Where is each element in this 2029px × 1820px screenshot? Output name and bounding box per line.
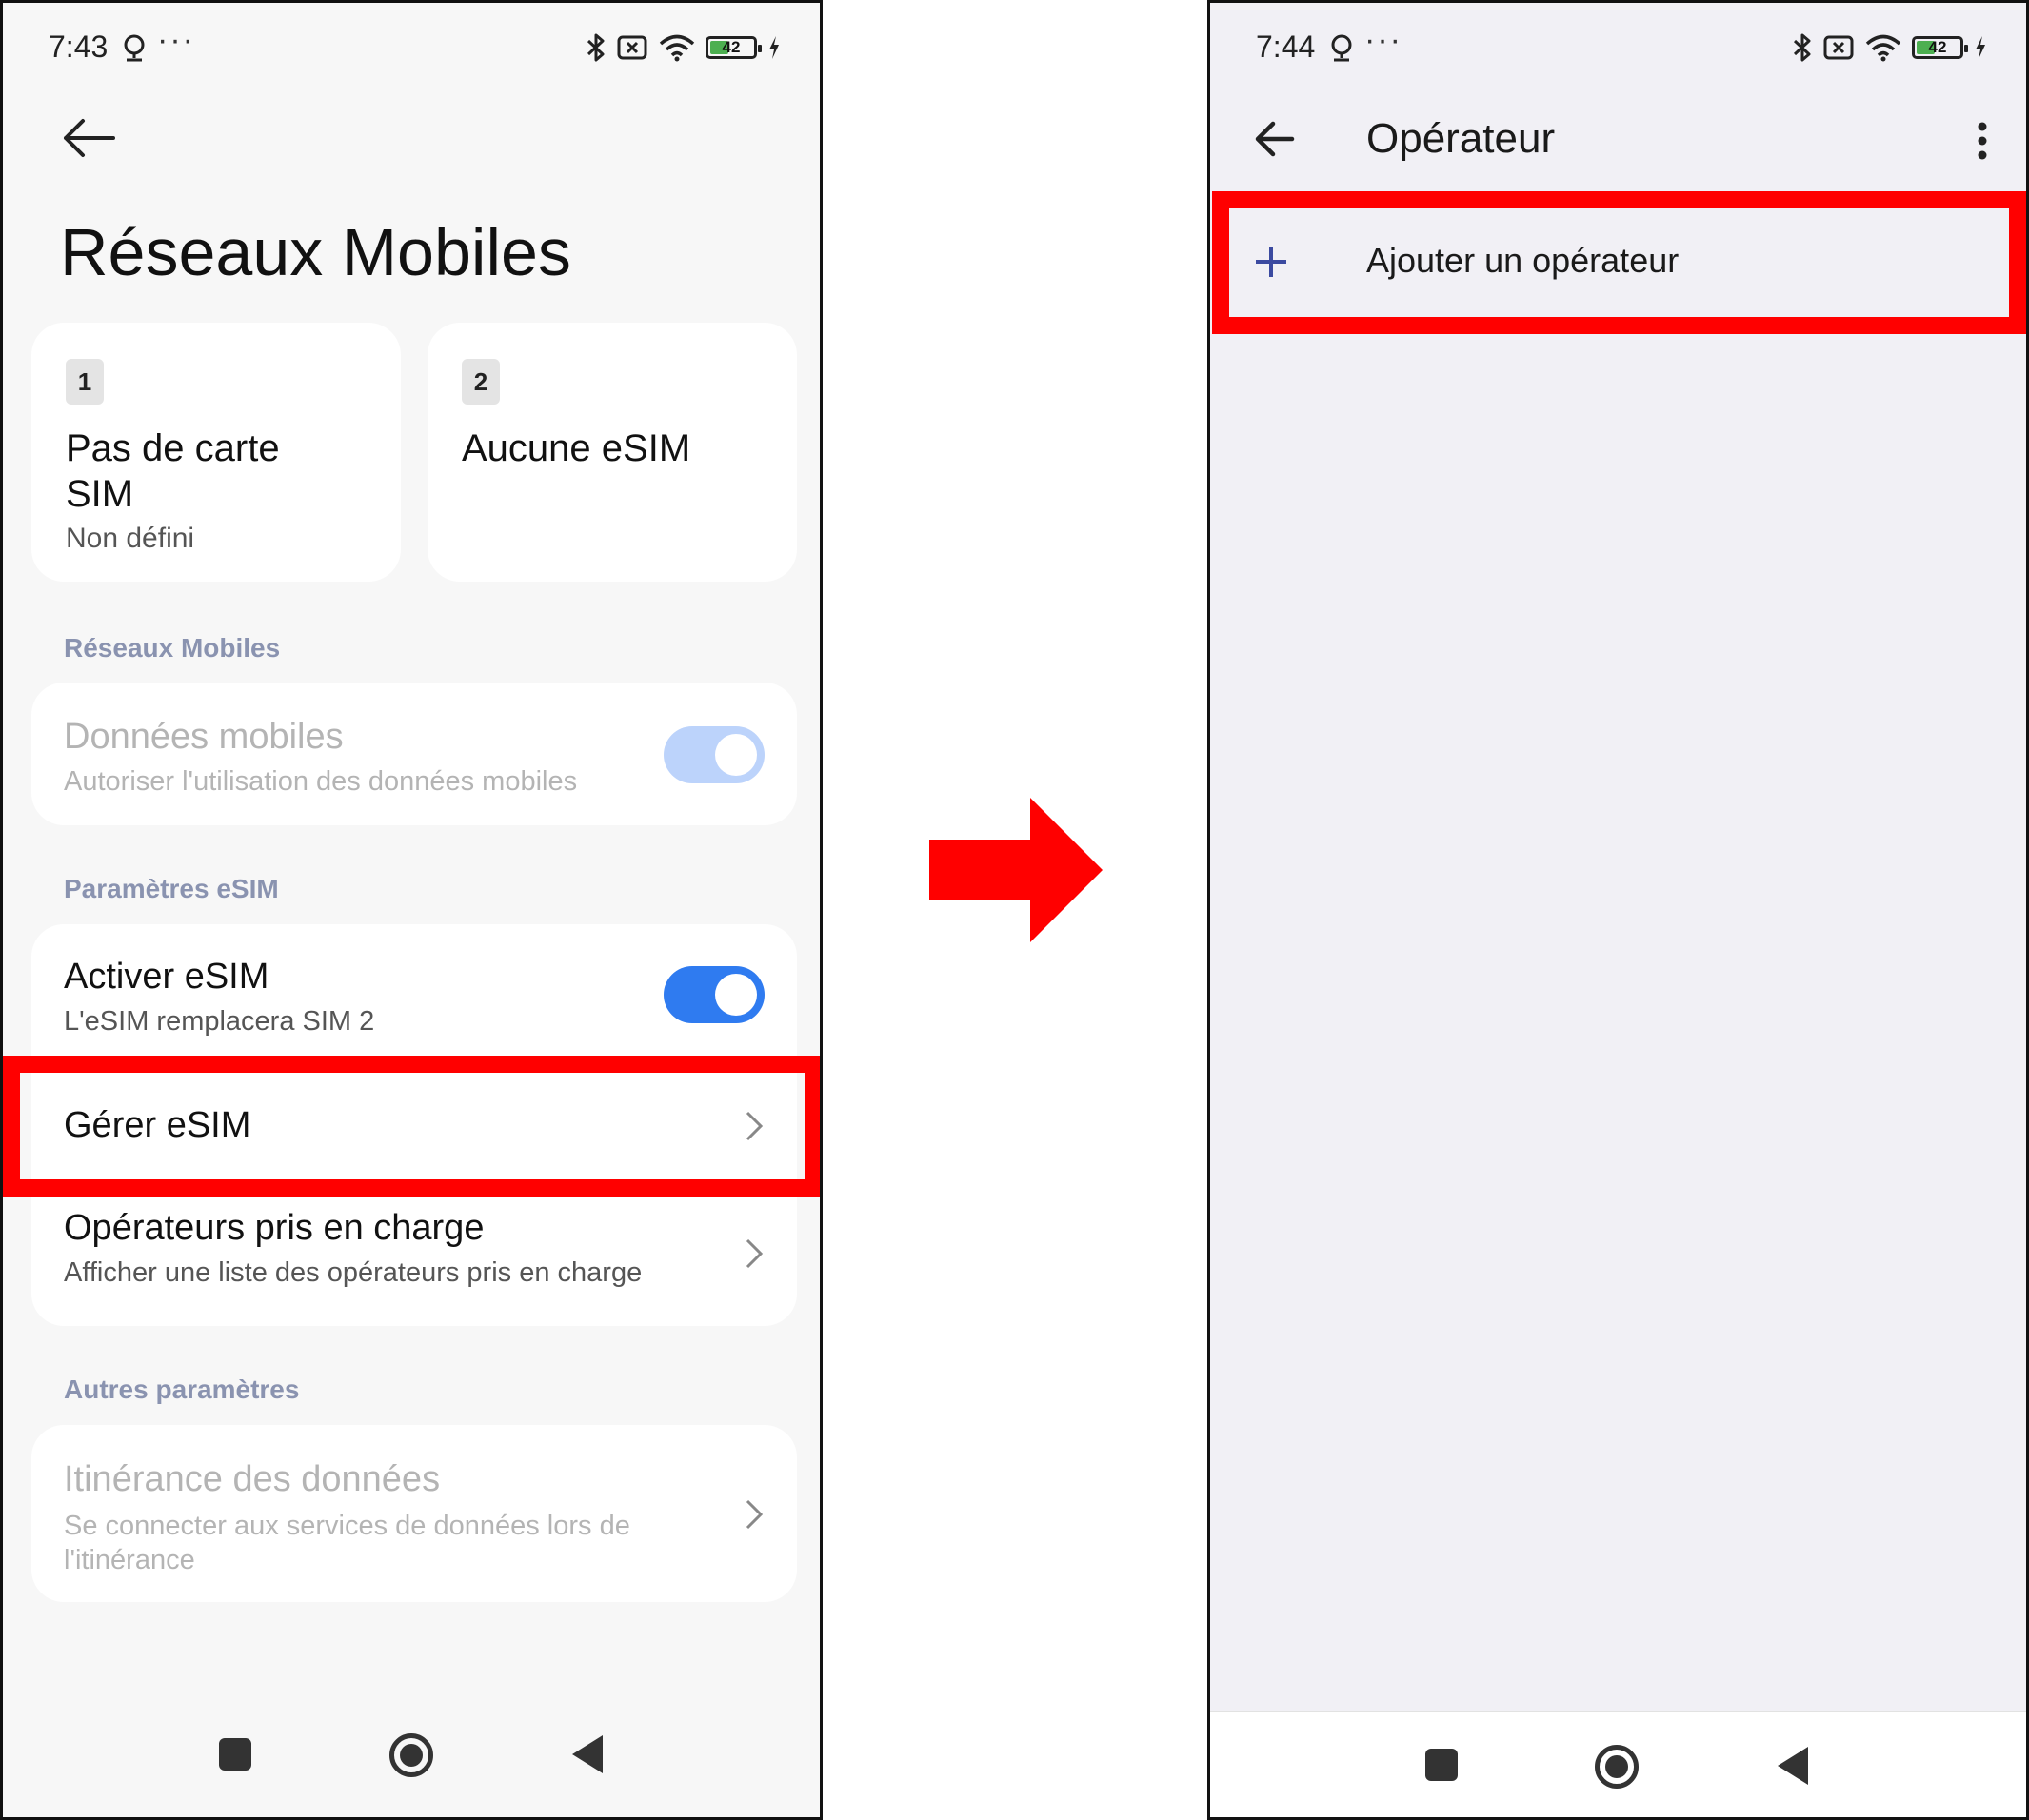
phone-screen-mobile-networks: 7:43 ··· 42 Réseaux Mobiles 1 Pas de car…	[0, 0, 823, 1820]
charging-icon	[1976, 36, 1985, 59]
sim-name: Aucune eSIM	[462, 427, 691, 469]
highlight-box-manage-esim	[3, 1056, 820, 1197]
app-bar: Opérateur	[1210, 94, 2026, 191]
status-bar: 7:44 ··· 42	[1210, 3, 2026, 94]
supported-operators-title: Opérateurs pris en charge	[64, 1208, 485, 1248]
bluetooth-icon	[1793, 33, 1811, 62]
no-sim-icon	[1823, 35, 1854, 60]
phone-screen-operator: 7:44 ··· 42 Opérateur Ajouter un opérate…	[1207, 0, 2029, 1820]
battery-icon: 42	[706, 36, 762, 59]
status-icons: 42	[586, 31, 782, 64]
chevron-right-icon	[746, 1238, 764, 1269]
sim-name: Pas de carte SIM	[66, 427, 280, 515]
more-notifications-icon: ···	[157, 22, 195, 58]
sim-slot-badge: 1	[66, 359, 104, 405]
recents-button[interactable]	[219, 1738, 251, 1771]
section-header-mobile-networks: Réseaux Mobiles	[64, 633, 281, 663]
status-time: 7:44	[1256, 30, 1316, 64]
data-roaming-subtitle: Se connecter aux services de données lor…	[64, 1511, 630, 1575]
status-bar: 7:43 ··· 42	[3, 3, 820, 94]
mobile-data-subtitle: Autoriser l'utilisation des données mobi…	[64, 766, 578, 797]
status-time: 7:43	[49, 30, 109, 64]
section-header-other-settings: Autres paramètres	[64, 1375, 300, 1404]
page-title: Réseaux Mobiles	[60, 215, 571, 289]
sim-card-1[interactable]: 1 Pas de carte SIM Non défini	[31, 323, 401, 582]
back-arrow-icon[interactable]	[1252, 119, 1296, 159]
data-roaming-row[interactable]: Itinérance des données Se connecter aux …	[31, 1425, 797, 1602]
sim-status: Non défini	[66, 523, 195, 554]
transition-arrow-icon	[929, 798, 1103, 942]
section-header-esim-settings: Paramètres eSIM	[64, 874, 279, 903]
navigation-bar	[1210, 1711, 2026, 1817]
mobile-data-title: Données mobiles	[64, 717, 344, 757]
page-title: Opérateur	[1366, 115, 1556, 162]
back-arrow-icon[interactable]	[60, 115, 117, 161]
charging-icon	[769, 36, 779, 59]
data-roaming-title: Itinérance des données	[64, 1459, 441, 1499]
mobile-data-row[interactable]: Données mobiles Autoriser l'utilisation …	[31, 682, 797, 825]
activate-esim-subtitle: L'eSIM remplacera SIM 2	[64, 1006, 375, 1037]
home-button[interactable]	[389, 1733, 433, 1777]
back-nav-button[interactable]	[1778, 1747, 1808, 1785]
supported-operators-row[interactable]: Opérateurs pris en charge Afficher une l…	[31, 1181, 797, 1326]
supported-operators-subtitle: Afficher une liste des opérateurs pris e…	[64, 1257, 643, 1288]
recents-button[interactable]	[1425, 1749, 1458, 1781]
bluetooth-icon	[587, 33, 605, 62]
highlight-box-add-operator	[1212, 191, 2026, 334]
back-nav-button[interactable]	[572, 1735, 603, 1773]
activate-esim-title: Activer eSIM	[64, 957, 269, 997]
activate-esim-row[interactable]: Activer eSIM L'eSIM remplacera SIM 2	[31, 924, 797, 1067]
wifi-icon	[659, 34, 695, 62]
battery-icon: 42	[1912, 36, 1968, 59]
more-notifications-icon: ···	[1364, 22, 1402, 58]
location-icon	[124, 34, 145, 62]
mobile-data-toggle[interactable]	[664, 726, 765, 783]
more-options-icon[interactable]	[1977, 121, 1988, 161]
navigation-bar	[3, 1665, 820, 1817]
sim-slot-badge: 2	[462, 359, 500, 405]
activate-esim-toggle[interactable]	[664, 966, 765, 1023]
chevron-right-icon	[746, 1499, 764, 1530]
location-icon	[1331, 34, 1352, 62]
status-icons: 42	[1792, 31, 1988, 64]
sim-card-2[interactable]: 2 Aucune eSIM	[428, 323, 797, 582]
wifi-icon	[1865, 34, 1901, 62]
home-button[interactable]	[1595, 1745, 1639, 1789]
no-sim-icon	[617, 35, 647, 60]
